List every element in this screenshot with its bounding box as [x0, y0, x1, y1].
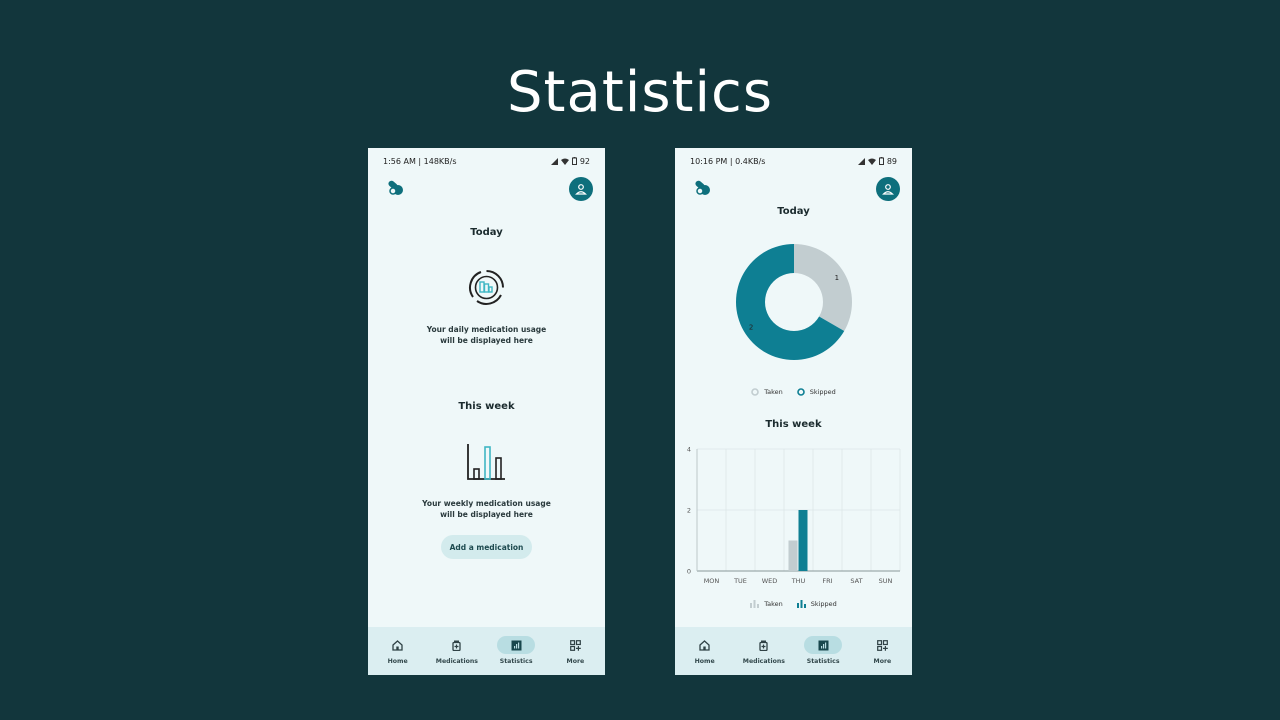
profile-button[interactable] — [876, 177, 900, 201]
x-tick-label: TUE — [733, 577, 747, 585]
user-icon — [575, 184, 587, 195]
wifi-icon — [867, 158, 876, 165]
donut-slice-taken[interactable] — [794, 244, 852, 331]
x-tick-label: MON — [704, 577, 720, 585]
y-tick-label: 2 — [687, 507, 691, 515]
legend-taken[interactable]: Taken — [751, 388, 783, 396]
bar-taken-thu[interactable] — [788, 540, 798, 572]
nav-statistics-label: Statistics — [806, 658, 840, 665]
weekly-bar-chart: 0 2 4 MON TUE WED THU FRI SAT SUN — [687, 446, 901, 585]
weekly-empty-line-2: will be displayed here — [440, 510, 533, 519]
weekly-empty-line-1: Your weekly medication usage — [422, 499, 551, 508]
bar-skipped-thu[interactable] — [798, 510, 808, 571]
nav-statistics[interactable]: Statistics — [487, 627, 546, 675]
bar-chart-icon — [511, 640, 522, 650]
add-medication-button[interactable]: Add a medication — [441, 535, 532, 559]
phone-screen-with-data: 10:16 PM | 0.4KB/s 89 Today 12 Taken Ski… — [675, 148, 912, 675]
y-tick-label: 0 — [687, 568, 691, 576]
bottom-navigation: Home Medications Statistics More — [675, 627, 912, 675]
nav-home-label: Home — [387, 658, 408, 665]
nav-home-label: Home — [694, 658, 715, 665]
pill-logo-icon[interactable] — [387, 179, 405, 197]
donut-taken-legend-icon — [751, 388, 759, 396]
home-icon — [699, 639, 710, 651]
daily-chart-empty-icon — [469, 270, 504, 305]
x-tick-label: THU — [791, 577, 806, 585]
nav-more-label: More — [566, 658, 585, 665]
battery-level: 89 — [886, 156, 897, 166]
week-title: This week — [765, 419, 822, 430]
nav-medications[interactable]: Medications — [734, 627, 793, 675]
grid-add-icon — [569, 639, 581, 651]
x-tick-label: SUN — [879, 577, 893, 585]
weekly-chart-empty-icon — [467, 444, 505, 480]
wifi-icon — [560, 158, 569, 165]
nav-more[interactable]: More — [546, 627, 605, 675]
nav-home[interactable]: Home — [675, 627, 734, 675]
legend-skipped[interactable]: Skipped — [796, 388, 836, 396]
nav-statistics-label: Statistics — [499, 658, 533, 665]
bar-skipped-legend-icon — [796, 600, 806, 608]
legend-taken-label: Taken — [764, 388, 783, 396]
bar-legend: Taken Skipped — [675, 600, 912, 608]
nav-medications[interactable]: Medications — [427, 627, 486, 675]
donut-label-taken: 1 — [835, 274, 839, 282]
bottom-navigation: Home Medications Statistics More — [368, 627, 605, 675]
donut-skipped-legend-icon — [796, 388, 805, 396]
status-time: 1:56 AM | 148KB/s — [383, 156, 457, 166]
x-tick-label: SAT — [850, 577, 862, 585]
legend-skipped-label: Skipped — [809, 388, 836, 396]
today-title: Today — [777, 206, 810, 217]
status-bar: 1:56 AM | 148KB/s 92 — [383, 155, 590, 167]
status-time: 10:16 PM | 0.4KB/s — [690, 156, 766, 166]
y-tick-label: 4 — [687, 446, 691, 454]
signal-icon — [550, 157, 558, 165]
bar-chart-icon — [818, 640, 829, 650]
donut-legend: Taken Skipped — [675, 388, 912, 396]
nav-more[interactable]: More — [853, 627, 912, 675]
status-bar: 10:16 PM | 0.4KB/s 89 — [690, 155, 897, 167]
today-donut-chart: 12 — [736, 244, 852, 360]
nav-medications-label: Medications — [435, 658, 478, 665]
nav-home[interactable]: Home — [368, 627, 427, 675]
status-icons: 89 — [857, 156, 897, 166]
home-icon — [392, 639, 403, 651]
x-tick-label: WED — [762, 577, 778, 585]
week-title: This week — [458, 401, 515, 412]
slide-title: Statistics — [507, 60, 773, 125]
nav-statistics[interactable]: Statistics — [794, 627, 853, 675]
daily-empty-message: Your daily medication usage will be disp… — [368, 324, 605, 346]
user-icon — [882, 184, 894, 195]
daily-empty-line-2: will be displayed here — [440, 336, 533, 345]
bar-legend-taken-label: Taken — [764, 600, 783, 608]
signal-icon — [857, 157, 865, 165]
today-title: Today — [470, 227, 503, 238]
weekly-empty-message: Your weekly medication usage will be dis… — [368, 498, 605, 520]
medication-box-icon — [759, 640, 769, 651]
battery-icon — [878, 157, 884, 165]
nav-medications-label: Medications — [742, 658, 785, 665]
medication-box-icon — [452, 640, 462, 651]
bar-legend-taken[interactable]: Taken — [750, 600, 783, 608]
battery-level: 92 — [579, 156, 590, 166]
status-icons: 92 — [550, 156, 590, 166]
x-tick-label: FRI — [822, 577, 832, 585]
phone-screen-empty-state: 1:56 AM | 148KB/s 92 Today Your daily me… — [368, 148, 605, 675]
nav-more-label: More — [873, 658, 892, 665]
bar-legend-skipped-label: Skipped — [810, 600, 837, 608]
profile-button[interactable] — [569, 177, 593, 201]
daily-empty-line-1: Your daily medication usage — [426, 325, 547, 334]
bar-taken-legend-icon — [750, 600, 760, 608]
donut-label-skipped: 2 — [749, 323, 753, 331]
bar-legend-skipped[interactable]: Skipped — [796, 600, 837, 608]
pill-logo-icon[interactable] — [694, 179, 712, 197]
grid-add-icon — [876, 639, 888, 651]
battery-icon — [571, 157, 577, 165]
